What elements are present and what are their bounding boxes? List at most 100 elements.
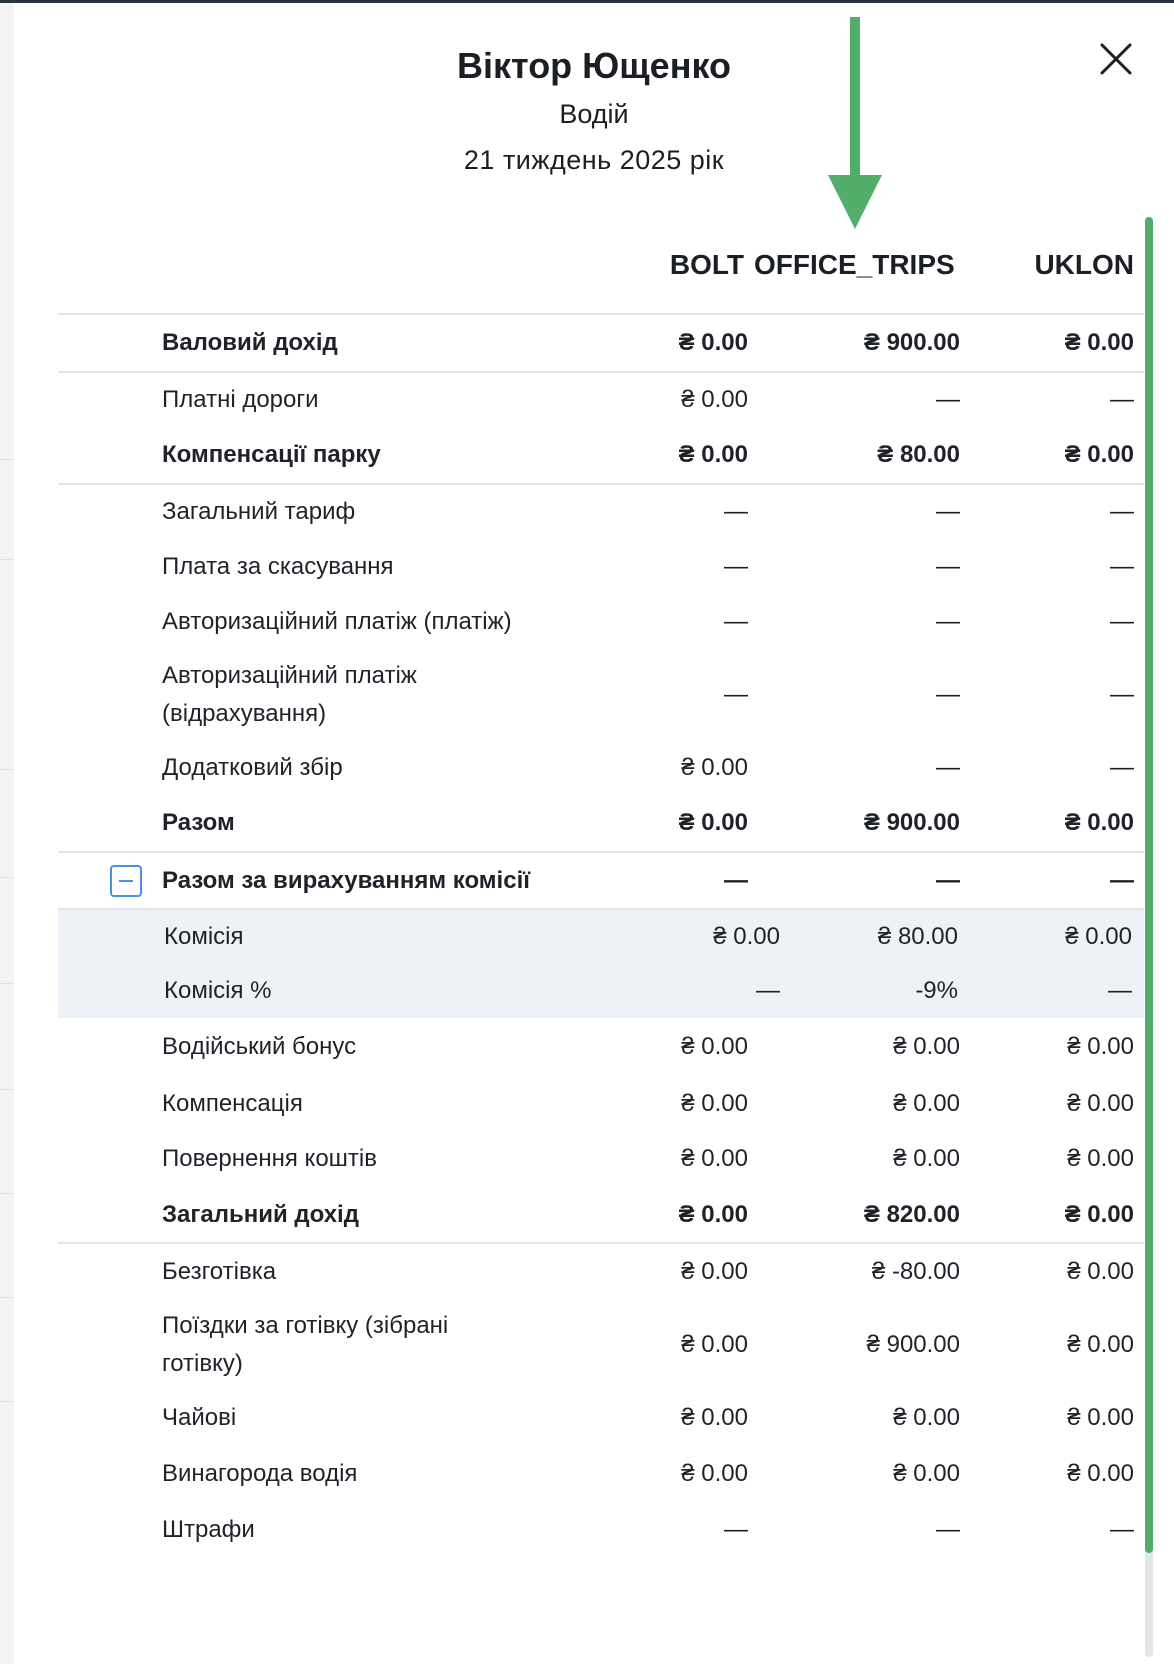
value-bolt: ₴ 0.00 [681, 386, 748, 413]
value-office-trips: — [936, 681, 960, 708]
row-label: Платні дороги [162, 386, 319, 413]
value-office-trips: — [936, 1516, 960, 1543]
background-page [0, 3, 14, 1664]
driver-report-modal: Віктор Ющенко Водій 21 тиждень 2025 рік … [14, 3, 1174, 1664]
value-office-trips: ₴ 820.00 [863, 1200, 960, 1228]
earnings-table: Валовий дохід ₴ 0.00 ₴ 900.00 ₴ 0.00 Пла… [58, 313, 1144, 1558]
table-row: Винагорода водія ₴ 0.00 ₴ 0.00 ₴ 0.00 [58, 1446, 1144, 1502]
table-row: Штрафи — — — [58, 1502, 1144, 1558]
row-label: Разом [162, 809, 235, 836]
value-uklon: — [1110, 386, 1134, 413]
value-office-trips: ₴ 80.00 [877, 923, 958, 950]
background-divider [0, 1089, 14, 1090]
value-office-trips: — [936, 498, 960, 525]
column-header-uklon: UKLON [1034, 249, 1134, 280]
value-uklon: ₴ 0.00 [1067, 1460, 1134, 1487]
row-label: Винагорода водія [162, 1460, 358, 1487]
value-bolt: — [756, 977, 780, 1004]
value-bolt: — [724, 553, 748, 580]
table-row: Загальний дохід ₴ 0.00 ₴ 820.00 ₴ 0.00 [58, 1187, 1144, 1242]
row-label: Комісія [164, 923, 244, 950]
value-office-trips: ₴ 0.00 [893, 1404, 960, 1431]
value-bolt: ₴ 0.00 [681, 1404, 748, 1431]
table-row: Додатковий збір ₴ 0.00 — — [58, 741, 1144, 795]
value-bolt: ₴ 0.00 [678, 329, 748, 356]
column-header-bolt: BOLT [669, 249, 744, 280]
value-uklon: ₴ 0.00 [1064, 441, 1134, 468]
value-bolt: ₴ 0.00 [678, 441, 748, 468]
expandable-row-net-total[interactable]: Разом за вирахуванням комісії — — — [58, 851, 1144, 908]
value-bolt: — [724, 498, 748, 525]
value-office-trips: ₴ 0.00 [893, 1460, 960, 1487]
report-period: 21 тиждень 2025 рік [463, 145, 725, 175]
scrollbar-thumb[interactable] [1145, 217, 1153, 1553]
value-uklon: — [1110, 754, 1134, 781]
value-uklon: ₴ 0.00 [1067, 1257, 1134, 1285]
row-label: Загальний тариф [162, 498, 356, 525]
value-office-trips: — [936, 866, 960, 894]
row-label: Повернення коштів [162, 1145, 377, 1172]
value-office-trips: ₴ 80.00 [877, 441, 960, 468]
table-row: Поїздки за готівку (зібрані готівку) ₴ 0… [58, 1299, 1144, 1390]
value-bolt: — [724, 681, 748, 708]
row-label: Комісія % [164, 977, 272, 1004]
value-bolt: ₴ 0.00 [713, 923, 780, 950]
minus-square-icon[interactable] [110, 864, 142, 897]
value-bolt: — [724, 1516, 748, 1543]
vertical-scrollbar[interactable] [1144, 217, 1154, 1657]
value-uklon: ₴ 0.00 [1064, 809, 1134, 836]
row-label: Валовий дохід [162, 329, 338, 356]
background-divider [0, 769, 14, 770]
table-row: Повернення коштів ₴ 0.00 ₴ 0.00 ₴ 0.00 [58, 1131, 1144, 1187]
value-bolt: ₴ 0.00 [681, 754, 748, 781]
value-office-trips: -9% [915, 977, 958, 1004]
row-label: Авторизаційний платіж (платіж) [162, 608, 512, 635]
value-uklon: — [1108, 977, 1132, 1004]
table-row: Разом ₴ 0.00 ₴ 900.00 ₴ 0.00 [58, 795, 1144, 851]
row-label: Плата за скасування [162, 553, 394, 580]
value-office-trips: ₴ 0.00 [893, 1145, 960, 1172]
row-label: Компенсації парку [162, 441, 381, 468]
value-uklon: — [1110, 608, 1134, 635]
row-label: Загальний дохід [162, 1200, 359, 1228]
value-bolt: ₴ 0.00 [681, 1145, 748, 1172]
value-uklon: ₴ 0.00 [1067, 1330, 1134, 1358]
table-row: Компенсація ₴ 0.00 ₴ 0.00 ₴ 0.00 [58, 1076, 1144, 1131]
value-office-trips: ₴ -80.00 [871, 1257, 960, 1285]
value-uklon: ₴ 0.00 [1067, 1145, 1134, 1172]
value-bolt: — [724, 866, 748, 894]
value-uklon: — [1110, 553, 1134, 580]
driver-name: Віктор Ющенко [457, 45, 731, 86]
row-label: Штрафи [162, 1516, 255, 1543]
value-bolt: ₴ 0.00 [681, 1089, 748, 1117]
value-bolt: ₴ 0.00 [678, 1200, 748, 1228]
close-icon [1100, 43, 1132, 75]
background-divider [0, 459, 14, 460]
background-divider [0, 1297, 14, 1298]
table-row: Компенсації парку ₴ 0.00 ₴ 80.00 ₴ 0.00 [58, 427, 1144, 483]
value-office-trips: ₴ 900.00 [863, 329, 960, 356]
value-office-trips: — [936, 386, 960, 413]
row-label: Додатковий збір [162, 754, 343, 781]
value-office-trips: — [936, 553, 960, 580]
value-bolt: ₴ 0.00 [681, 1330, 748, 1358]
row-label: Водійський бонус [162, 1033, 357, 1060]
value-bolt: ₴ 0.00 [681, 1033, 748, 1060]
background-divider [0, 877, 14, 878]
table-row: Водійський бонус ₴ 0.00 ₴ 0.00 ₴ 0.00 [58, 1018, 1144, 1076]
row-label: Поїздки за готівку (зібрані готівку) [162, 1311, 449, 1377]
table-row: Платні дороги ₴ 0.00 — — [58, 371, 1144, 427]
row-label: Чайові [162, 1404, 237, 1431]
value-uklon: ₴ 0.00 [1067, 1089, 1134, 1117]
table-row: Безготівка ₴ 0.00 ₴ -80.00 ₴ 0.00 [58, 1242, 1144, 1299]
table-row: Чайові ₴ 0.00 ₴ 0.00 ₴ 0.00 [58, 1390, 1144, 1446]
value-uklon: ₴ 0.00 [1065, 923, 1132, 950]
value-uklon: — [1110, 866, 1134, 894]
table-row: Авторизаційний платіж (платіж) — — — [58, 595, 1144, 649]
close-button[interactable] [1096, 39, 1136, 79]
value-uklon: ₴ 0.00 [1067, 1033, 1134, 1060]
value-bolt: ₴ 0.00 [681, 1460, 748, 1487]
row-label: Компенсація [162, 1089, 303, 1117]
value-uklon: ₴ 0.00 [1064, 329, 1134, 356]
value-bolt: ₴ 0.00 [681, 1257, 748, 1285]
